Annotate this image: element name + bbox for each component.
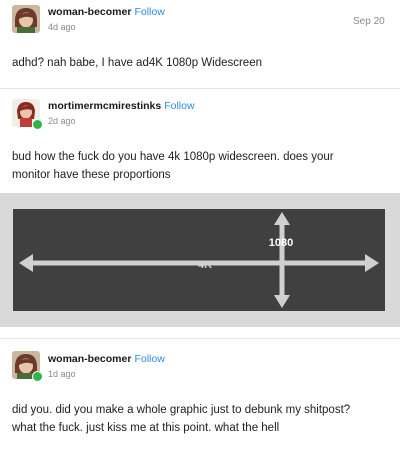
follow-button[interactable]: Follow bbox=[164, 100, 194, 112]
post-date: Sep 20 bbox=[353, 16, 385, 27]
username-link[interactable]: mortimermcmirestinks Follow bbox=[48, 100, 195, 112]
time-ago: 2d ago bbox=[48, 116, 76, 126]
post-text-line-2: monitor have these proportions bbox=[12, 169, 171, 181]
username[interactable]: woman-becomer bbox=[48, 353, 131, 365]
online-badge-icon bbox=[32, 119, 43, 130]
follow-button[interactable]: Follow bbox=[134, 353, 164, 365]
post-text-line-1: bud how the fuck do you have 4k 1080p wi… bbox=[12, 151, 334, 163]
divider bbox=[0, 338, 400, 339]
horizontal-label: 4K bbox=[198, 259, 212, 271]
online-badge-icon bbox=[32, 371, 43, 382]
follow-button[interactable]: Follow bbox=[134, 6, 164, 18]
avatar-cartoon-icon bbox=[12, 5, 40, 33]
post-text-line-1: did you. did you make a whole graphic ju… bbox=[12, 404, 351, 416]
time-ago: 4d ago bbox=[48, 22, 76, 32]
username-link[interactable]: woman-becomer Follow bbox=[48, 6, 165, 18]
time-ago: 1d ago bbox=[48, 369, 76, 379]
username[interactable]: mortimermcmirestinks bbox=[48, 100, 161, 112]
post-text-line-2: what the fuck. just kiss me at this poin… bbox=[12, 422, 280, 434]
username-link[interactable]: woman-becomer Follow bbox=[48, 353, 165, 365]
username[interactable]: woman-becomer bbox=[48, 6, 131, 18]
vertical-label: 1080 bbox=[269, 237, 293, 249]
vertical-arrow bbox=[274, 212, 290, 308]
avatar[interactable] bbox=[12, 5, 40, 33]
proportions-graphic: 4K 1080 bbox=[19, 212, 379, 308]
divider bbox=[0, 88, 400, 89]
post-text: adhd? nah babe, I have ad4K 1080p Widesc… bbox=[12, 57, 262, 69]
